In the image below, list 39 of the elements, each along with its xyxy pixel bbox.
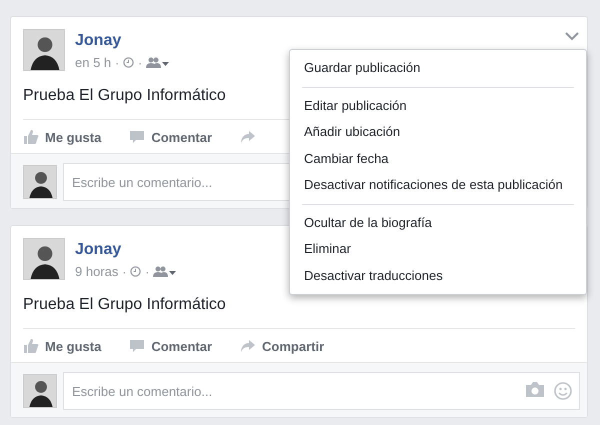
menu-item[interactable]: Añadir ubicación: [290, 119, 586, 146]
post-text: Prueba El Grupo Informático: [23, 296, 226, 314]
audience-dropdown-icon[interactable]: [146, 56, 170, 68]
menu-item[interactable]: Desactivar traducciones: [290, 262, 586, 289]
menu-item[interactable]: Ocultar de la biografía: [290, 210, 586, 236]
share-button[interactable]: Compartir: [240, 338, 324, 354]
menu-item[interactable]: Eliminar: [290, 236, 586, 262]
thumbs-up-icon: [23, 129, 39, 145]
menu-item[interactable]: Cambiar fecha: [290, 146, 586, 172]
separator-dot: ·: [145, 264, 150, 278]
avatar-silhouette: [23, 165, 57, 199]
menu-item[interactable]: Desactivar notificaciones de esta publicación: [290, 172, 586, 198]
camera-icon[interactable]: [526, 382, 544, 397]
post-text: Prueba El Grupo Informático: [23, 87, 226, 105]
clock-icon: [123, 57, 134, 68]
thumbs-up-icon: [23, 338, 39, 354]
author-name[interactable]: Jonay: [75, 241, 178, 259]
clock-icon: [130, 266, 142, 277]
menu-item[interactable]: Guardar publicación: [290, 55, 586, 82]
like-button[interactable]: Me gusta: [23, 338, 102, 354]
audience-dropdown-icon[interactable]: [153, 266, 178, 278]
avatar-silhouette: [23, 238, 65, 280]
comment-button[interactable]: Comentar: [129, 129, 212, 145]
speech-bubble-icon: [129, 338, 146, 354]
author-name[interactable]: Jonay: [75, 32, 170, 50]
separator-dot: ·: [122, 264, 126, 278]
separator-dot: ·: [138, 56, 142, 70]
like-button[interactable]: Me gusta: [23, 129, 102, 145]
share-arrow-icon: [240, 338, 256, 354]
comment-field[interactable]: Escribe un comentario...: [63, 372, 580, 410]
menu-item[interactable]: Editar publicación: [290, 92, 586, 119]
share-arrow-icon: [240, 129, 256, 145]
separator-dot: ·: [115, 56, 120, 70]
speech-bubble-icon: [129, 129, 146, 145]
smiley-icon[interactable]: [554, 382, 572, 400]
avatar-silhouette: [23, 29, 65, 71]
chevron-down-icon[interactable]: [565, 31, 579, 41]
comment-button[interactable]: Comentar: [129, 338, 212, 354]
avatar-silhouette: [23, 374, 57, 408]
